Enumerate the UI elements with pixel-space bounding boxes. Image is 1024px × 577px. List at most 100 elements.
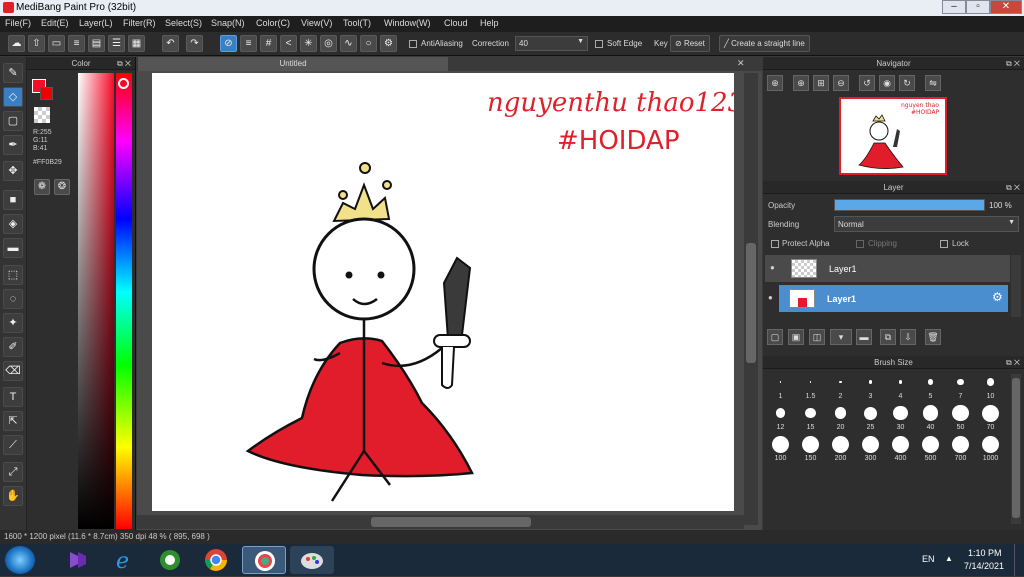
- eye-icon[interactable]: ●: [768, 293, 773, 302]
- cloud-icon[interactable]: ☁: [8, 35, 25, 52]
- circle-snap-icon[interactable]: ○: [360, 35, 377, 52]
- brush-size-scrollbar[interactable]: [1011, 374, 1021, 524]
- zoom-in-icon[interactable]: ⊕: [767, 75, 783, 91]
- menu-layer[interactable]: Layer(L): [79, 18, 113, 28]
- share-icon[interactable]: ⇧: [28, 35, 45, 52]
- layer-list-scrollbar[interactable]: [1011, 255, 1021, 317]
- hue-slider[interactable]: [116, 73, 132, 529]
- lasso-tool-icon[interactable]: ◌: [3, 289, 23, 309]
- brush-size-option[interactable]: 40: [917, 403, 944, 431]
- tab-close-icon[interactable]: ✕: [737, 58, 745, 69]
- brush-size-option[interactable]: 5: [917, 372, 944, 400]
- lock-checkbox[interactable]: [940, 240, 948, 248]
- brush-size-option[interactable]: 500: [917, 434, 944, 462]
- new-layer-icon[interactable]: ▢: [767, 329, 783, 345]
- blending-select[interactable]: Normal ▼: [834, 216, 1019, 232]
- move-tool-icon[interactable]: ✥: [3, 161, 23, 181]
- brush-size-option[interactable]: 3: [857, 372, 884, 400]
- paint-taskbar-icon[interactable]: [290, 546, 334, 574]
- flip-icon[interactable]: ⇋: [925, 75, 941, 91]
- drawing-canvas[interactable]: nguyenthu thao123 #HOIDAP: [152, 73, 744, 511]
- internet-explorer-taskbar-icon[interactable]: e: [102, 546, 146, 574]
- chat-icon[interactable]: ▭: [48, 35, 65, 52]
- medibang-taskbar-icon[interactable]: [242, 546, 286, 574]
- page-list-icon[interactable]: ☰: [108, 35, 125, 52]
- rotate-reset-icon[interactable]: ◉: [879, 75, 895, 91]
- menu-color[interactable]: Color(C): [256, 18, 290, 28]
- gradient-tool-icon[interactable]: ▬: [3, 238, 23, 258]
- brush-size-option[interactable]: 70: [977, 403, 1004, 431]
- opacity-slider[interactable]: [834, 199, 985, 211]
- color-wheel-icon[interactable]: ❁: [34, 179, 50, 195]
- minimize-button[interactable]: –: [942, 0, 966, 14]
- radial-snap-icon[interactable]: ✳: [300, 35, 317, 52]
- operation-tool-icon[interactable]: ⇱: [3, 411, 23, 431]
- trash-icon[interactable]: 🗑: [925, 329, 941, 345]
- brush-size-option[interactable]: 10: [977, 372, 1004, 400]
- folder-icon[interactable]: ▬: [856, 329, 872, 345]
- chevron-up-icon[interactable]: ▲: [945, 554, 953, 563]
- select-tool-icon[interactable]: ⬚: [3, 265, 23, 285]
- add-layer-menu-icon[interactable]: ▾: [830, 329, 852, 345]
- curve-snap-icon[interactable]: ∿: [340, 35, 357, 52]
- grid-icon[interactable]: ▦: [128, 35, 145, 52]
- brush-size-option[interactable]: 100: [767, 434, 794, 462]
- vertical-scrollbar[interactable]: [744, 73, 758, 525]
- tab-untitled[interactable]: Untitled: [138, 57, 448, 71]
- zoom-out-icon[interactable]: ⊖: [833, 75, 849, 91]
- brush-tool-icon[interactable]: ✎: [3, 63, 23, 83]
- zoom-fit-icon[interactable]: ⊕: [793, 75, 809, 91]
- rotate-right-icon[interactable]: ↻: [899, 75, 915, 91]
- brush-size-option[interactable]: 150: [797, 434, 824, 462]
- clock-date[interactable]: 7/14/2021: [964, 561, 1004, 571]
- snap-off-icon[interactable]: ⊘: [220, 35, 237, 52]
- eraser-tool-icon[interactable]: ◇: [3, 87, 23, 107]
- menu-edit[interactable]: Edit(E): [41, 18, 69, 28]
- text-tool-icon[interactable]: T: [3, 387, 23, 407]
- maximize-button[interactable]: ▫: [966, 0, 990, 14]
- cross-snap-icon[interactable]: #: [260, 35, 277, 52]
- secondary-color-swatch[interactable]: [40, 87, 53, 100]
- clock-time[interactable]: 1:10 PM: [968, 548, 1002, 558]
- brush-size-option[interactable]: 300: [857, 434, 884, 462]
- start-button[interactable]: [5, 546, 35, 574]
- merge-layer-icon[interactable]: ⇩: [900, 329, 916, 345]
- brush-size-option[interactable]: 12: [767, 403, 794, 431]
- brush-size-option[interactable]: 2: [827, 372, 854, 400]
- brush-size-option[interactable]: 30: [887, 403, 914, 431]
- brush-size-option[interactable]: 20: [827, 403, 854, 431]
- brush-size-option[interactable]: 200: [827, 434, 854, 462]
- document-icon[interactable]: ▤: [88, 35, 105, 52]
- correction-select[interactable]: 40 ▼: [515, 36, 588, 51]
- eyedropper-tool-icon[interactable]: ⤢: [3, 462, 23, 482]
- gear-icon[interactable]: ⚙: [992, 290, 1003, 304]
- new-halftone-layer-icon[interactable]: ▣: [788, 329, 804, 345]
- zoom-actual-icon[interactable]: ⊞: [813, 75, 829, 91]
- hand-tool-icon[interactable]: ✋: [3, 486, 23, 506]
- brush-size-option[interactable]: 1: [767, 372, 794, 400]
- palette-icon[interactable]: ❂: [54, 179, 70, 195]
- horizontal-scrollbar[interactable]: [137, 515, 744, 529]
- magic-wand-tool-icon[interactable]: ✦: [3, 313, 23, 333]
- brush-size-option[interactable]: 1000: [977, 434, 1004, 462]
- brush-size-option[interactable]: 700: [947, 434, 974, 462]
- layer-row-selected[interactable]: Layer1 ⚙: [779, 285, 1008, 312]
- concentric-snap-icon[interactable]: ◎: [320, 35, 337, 52]
- vertical-scroll-thumb[interactable]: [746, 243, 756, 363]
- layer-row[interactable]: ● Layer1: [765, 255, 1010, 282]
- menu-filter[interactable]: Filter(R): [123, 18, 156, 28]
- brush-size-close-icon[interactable]: ⧉ ✕: [1006, 356, 1020, 369]
- parallel-snap-icon[interactable]: ≡: [240, 35, 257, 52]
- brush-size-option[interactable]: 50: [947, 403, 974, 431]
- eye-icon[interactable]: ●: [770, 263, 775, 272]
- antialiasing-checkbox[interactable]: [409, 40, 417, 48]
- comment-icon[interactable]: ≡: [68, 35, 85, 52]
- brush-size-option[interactable]: 4: [887, 372, 914, 400]
- transparent-color-swatch[interactable]: [34, 107, 50, 123]
- fill-rect-tool-icon[interactable]: ■: [3, 190, 23, 210]
- clipping-checkbox[interactable]: [856, 240, 864, 248]
- brush-size-option[interactable]: 1.5: [797, 372, 824, 400]
- hue-handle[interactable]: [118, 78, 129, 89]
- menu-file[interactable]: File(F): [5, 18, 31, 28]
- soft-edge-checkbox[interactable]: [595, 40, 603, 48]
